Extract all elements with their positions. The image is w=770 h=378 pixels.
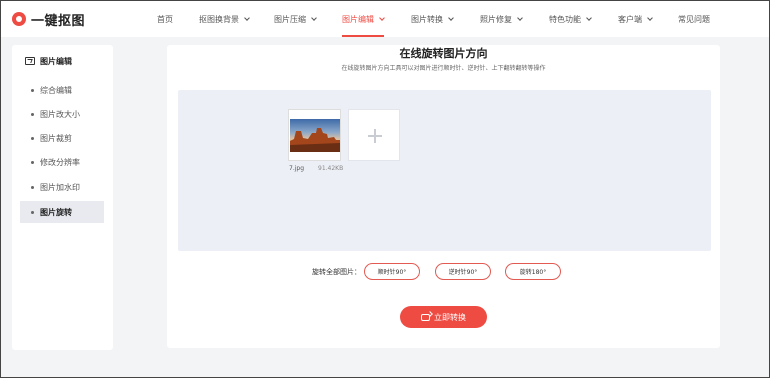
nav-label: 常见问题	[678, 14, 710, 24]
chevron-down-icon	[244, 14, 250, 21]
page-title: 在线旋转图片方向	[399, 47, 488, 60]
chevron-down-icon	[311, 14, 317, 21]
nav-item-faq[interactable]: 常见问题	[678, 1, 710, 37]
nav-item-convert[interactable]: 图片转换	[411, 1, 454, 37]
chevron-down-icon	[448, 14, 454, 21]
rotate-180-button[interactable]: 旋转180°	[505, 263, 561, 280]
nav-item-edit[interactable]: 图片编辑	[342, 1, 385, 37]
nav-item-cutout[interactable]: 抠图换背景	[199, 1, 250, 37]
nav-item-repair[interactable]: 照片修复	[480, 1, 523, 37]
add-image-button[interactable]	[348, 109, 400, 161]
top-nav-bar: 一键抠图 首页 抠图换背景 图片压缩 图片编辑 图片转换 照片修复 特色功能 客…	[1, 1, 769, 37]
convert-button-label: 立即转换	[434, 312, 466, 322]
chevron-down-icon	[586, 14, 592, 21]
nav-label: 图片压缩	[274, 14, 306, 24]
sidebar-item-crop[interactable]: 图片裁剪	[20, 127, 104, 149]
sidebar-header-label: 图片编辑	[40, 56, 72, 66]
nav-label: 图片编辑	[342, 14, 374, 24]
nav-label: 首页	[157, 14, 173, 24]
upload-dropzone[interactable]: 7.jpg 91.42KB	[178, 90, 711, 251]
nav-label: 图片转换	[411, 14, 443, 24]
file-size: 91.42KB	[318, 165, 344, 172]
nav-item-home[interactable]: 首页	[157, 1, 173, 37]
nav-label: 特色功能	[549, 14, 581, 24]
rotate-clockwise-button[interactable]: 顺时针90°	[364, 263, 420, 280]
sidebar-item-resolution[interactable]: 修改分辨率	[20, 151, 104, 173]
chevron-down-icon	[517, 14, 523, 21]
nav-label: 抠图换背景	[199, 14, 239, 24]
sidebar-header: 图片编辑	[12, 45, 113, 77]
chevron-down-icon	[647, 14, 653, 21]
logo-text: 一键抠图	[31, 13, 86, 29]
rotate-counterclockwise-button[interactable]: 逆时针90°	[435, 263, 491, 280]
sidebar-item-general-edit[interactable]: 综合编辑	[20, 79, 104, 101]
file-name: 7.jpg	[289, 165, 305, 172]
convert-icon	[421, 313, 430, 321]
page-subtitle: 在线旋转图片方向工具可以对图片进行顺时针、逆时针、上下翻转翻转等操作	[341, 65, 546, 72]
nav-item-compress[interactable]: 图片压缩	[274, 1, 317, 37]
sidebar-item-resize[interactable]: 图片改大小	[20, 103, 104, 125]
chevron-down-icon	[379, 14, 385, 21]
nav-item-client[interactable]: 客户端	[618, 1, 653, 37]
sidebar: 图片编辑 综合编辑 图片改大小 图片裁剪 修改分辨率 图片加水印 图片旋转	[12, 45, 113, 350]
rotate-all-label: 旋转全部图片：	[312, 268, 361, 276]
nav-item-features[interactable]: 特色功能	[549, 1, 592, 37]
image-thumbnail-card[interactable]	[288, 109, 341, 161]
image-thumbnail	[290, 119, 340, 152]
logo[interactable]: 一键抠图	[12, 10, 130, 29]
rotate-options: 旋转全部图片： 顺时针90° 逆时针90° 旋转180°	[167, 263, 720, 281]
sidebar-item-watermark[interactable]: 图片加水印	[20, 176, 104, 198]
main-panel: 在线旋转图片方向 在线旋转图片方向工具可以对图片进行顺时针、逆时针、上下翻转翻转…	[167, 45, 720, 348]
convert-now-button[interactable]: 立即转换	[400, 306, 487, 328]
nav-label: 客户端	[618, 14, 642, 24]
sidebar-item-rotate[interactable]: 图片旋转	[20, 201, 104, 223]
image-icon	[25, 57, 35, 65]
nav-label: 照片修复	[480, 14, 512, 24]
logo-icon	[12, 12, 26, 26]
